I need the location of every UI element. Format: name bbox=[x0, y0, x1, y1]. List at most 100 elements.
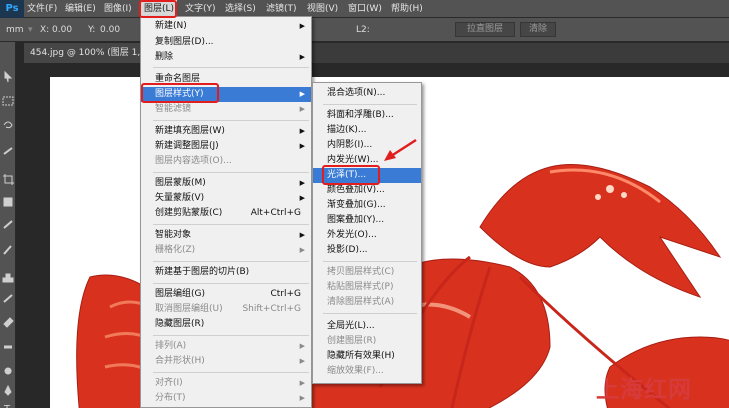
dodge-tool-icon bbox=[4, 367, 12, 375]
layer-menu-item-duplicate[interactable]: 复制图层(D)... bbox=[141, 35, 311, 50]
style-item-drop-shadow[interactable]: 投影(D)... bbox=[313, 243, 421, 258]
layer-menu-item-combine-shapes[interactable]: 合并形状(H) ▶ bbox=[141, 354, 311, 369]
menu-separator bbox=[323, 313, 417, 314]
chevron-right-icon: ▶ bbox=[299, 342, 305, 350]
menu-image[interactable]: 图像(I) bbox=[101, 0, 135, 18]
x-value[interactable]: 0.00 bbox=[52, 18, 72, 42]
tools-panel: T bbox=[0, 42, 16, 408]
menu-window[interactable]: 窗口(W) bbox=[345, 0, 385, 18]
style-item-gradient-overlay[interactable]: 渐变叠加(G)... bbox=[313, 198, 421, 213]
chevron-right-icon: ▶ bbox=[299, 246, 305, 254]
menu-help[interactable]: 帮助(H) bbox=[388, 0, 426, 18]
x-label: X: bbox=[40, 25, 50, 35]
pen-tool-icon bbox=[4, 384, 12, 396]
style-item-scale-effects[interactable]: 缩放效果(F)... bbox=[313, 364, 421, 379]
menu-separator bbox=[323, 261, 417, 262]
style-item-outer-glow[interactable]: 外发光(O)... bbox=[313, 228, 421, 243]
layer-menu-item-new-fill-layer[interactable]: 新建填充图层(W) ▶ bbox=[141, 124, 311, 139]
layer-menu-item-group-layers[interactable]: 图层编组(G) Ctrl+G bbox=[141, 287, 311, 302]
history-brush-icon bbox=[3, 294, 13, 303]
layer-style-submenu: 混合选项(N)... 斜面和浮雕(B)... 描边(K)... 内阴影(I)..… bbox=[312, 82, 422, 384]
layer-menu-item-smart-filter[interactable]: 智能滤镜 ▶ bbox=[141, 102, 311, 117]
photoshop-logo: Ps bbox=[0, 0, 24, 18]
layer-menu-item-arrange[interactable]: 排列(A) ▶ bbox=[141, 339, 311, 354]
layer-menu-item-vector-mask[interactable]: 矢量蒙版(V) ▶ bbox=[141, 191, 311, 206]
annotation-box-layer-menu bbox=[139, 0, 177, 18]
layer-menu-item-hide-layers[interactable]: 隐藏图层(R) bbox=[141, 317, 311, 332]
crop-tool-icon bbox=[3, 174, 14, 185]
layer-menu-item-new-layer-based-slice[interactable]: 新建基于图层的切片(B) bbox=[141, 265, 311, 280]
menu-separator bbox=[153, 172, 309, 173]
menu-separator bbox=[153, 283, 309, 284]
chevron-right-icon: ▶ bbox=[299, 105, 305, 113]
menu-separator bbox=[153, 372, 309, 373]
tool-icons: T bbox=[2, 70, 14, 408]
chevron-right-icon: ▶ bbox=[299, 142, 305, 150]
brush-tool-icon bbox=[3, 245, 12, 255]
layer-menu-item-layer-mask[interactable]: 图层蒙版(M) ▶ bbox=[141, 176, 311, 191]
unit-label[interactable]: mm bbox=[6, 18, 24, 42]
style-item-pattern-overlay[interactable]: 图案叠加(Y)... bbox=[313, 213, 421, 228]
menu-separator bbox=[153, 67, 309, 68]
chevron-right-icon: ▶ bbox=[299, 379, 305, 387]
type-tool-icon: T bbox=[3, 404, 11, 408]
marquee-tool-icon bbox=[2, 96, 14, 106]
eraser-tool-icon bbox=[3, 317, 14, 328]
lasso-tool-icon bbox=[3, 121, 13, 129]
style-item-create-layer[interactable]: 创建图层(R) bbox=[313, 334, 421, 349]
unit-dropdown-icon[interactable]: ▾ bbox=[28, 18, 33, 42]
style-item-global-light[interactable]: 全局光(L)... bbox=[313, 319, 421, 334]
annotation-arrow-icon bbox=[384, 138, 417, 161]
style-item-bevel-emboss[interactable]: 斜面和浮雕(B)... bbox=[313, 108, 421, 123]
layer-menu-item-new-adjustment-layer[interactable]: 新建调整图层(J) ▶ bbox=[141, 139, 311, 154]
layer-menu-item-rasterize[interactable]: 栅格化(Z) ▶ bbox=[141, 243, 311, 258]
style-item-color-overlay[interactable]: 颜色叠加(V)... bbox=[313, 183, 421, 198]
straighten-layer-button[interactable]: 拉直图层 bbox=[455, 22, 515, 37]
watermark: 上海红网 bbox=[596, 377, 692, 403]
annotation-box-layer-style bbox=[141, 83, 219, 103]
chevron-right-icon: ▶ bbox=[299, 53, 305, 61]
style-item-paste-layer-style[interactable]: 粘贴图层样式(P) bbox=[313, 280, 421, 295]
menu-file[interactable]: 文件(F) bbox=[24, 0, 60, 18]
annotation-box-satin bbox=[322, 165, 380, 185]
menu-separator bbox=[323, 104, 417, 105]
layer-menu-item-smart-objects[interactable]: 智能对象 ▶ bbox=[141, 228, 311, 243]
style-item-blending-options[interactable]: 混合选项(N)... bbox=[313, 86, 421, 101]
menu-edit[interactable]: 编辑(E) bbox=[62, 0, 99, 18]
menu-separator bbox=[153, 261, 309, 262]
document-tab[interactable]: 454.jpg @ 100% (图层 1, RG bbox=[24, 43, 142, 63]
chevron-right-icon: ▶ bbox=[299, 179, 305, 187]
l2-label: L2: bbox=[356, 25, 370, 35]
menu-separator bbox=[153, 120, 309, 121]
clear-button[interactable]: 清除 bbox=[520, 22, 556, 37]
chevron-right-icon: ▶ bbox=[299, 357, 305, 365]
layer-menu-item-align[interactable]: 对齐(I) ▶ bbox=[141, 376, 311, 391]
chevron-right-icon: ▶ bbox=[299, 22, 305, 30]
move-tool-icon bbox=[4, 70, 13, 83]
quick-select-icon bbox=[3, 147, 13, 155]
chevron-right-icon: ▶ bbox=[299, 231, 305, 239]
menu-separator bbox=[153, 335, 309, 336]
style-item-copy-layer-style[interactable]: 拷贝图层样式(C) bbox=[313, 265, 421, 280]
layer-menu-item-new[interactable]: 新建(N) ▶ bbox=[141, 19, 311, 34]
style-item-hide-all-effects[interactable]: 隐藏所有效果(H) bbox=[313, 349, 421, 364]
options-bar: mm ▾ X: 0.00 Y: 0.00 L2: 拉直图层 清除 bbox=[0, 18, 729, 42]
layer-menu-item-create-clipping-mask[interactable]: 创建剪贴蒙版(C) Alt+Ctrl+G bbox=[141, 206, 311, 221]
layer-menu-item-ungroup-layers[interactable]: 取消图层编组(U) Shift+Ctrl+G bbox=[141, 302, 311, 317]
y-value[interactable]: 0.00 bbox=[100, 18, 120, 42]
menu-bar: Ps 文件(F) 编辑(E) 图像(I) 图层(L) 文字(Y) 选择(S) 滤… bbox=[0, 0, 729, 18]
healing-brush-icon bbox=[3, 220, 13, 229]
layer-menu-item-distribute[interactable]: 分布(T) ▶ bbox=[141, 391, 311, 406]
style-item-clear-layer-style[interactable]: 清除图层样式(A) bbox=[313, 295, 421, 310]
stamp-tool-icon bbox=[2, 273, 14, 283]
layer-menu-item-delete[interactable]: 删除 ▶ bbox=[141, 50, 311, 65]
y-label: Y: bbox=[88, 25, 96, 35]
eyedropper-icon bbox=[3, 197, 13, 207]
chevron-right-icon: ▶ bbox=[299, 394, 305, 402]
chevron-right-icon: ▶ bbox=[299, 194, 305, 202]
menu-separator bbox=[153, 224, 309, 225]
chevron-right-icon: ▶ bbox=[299, 127, 305, 135]
chevron-right-icon: ▶ bbox=[299, 90, 305, 98]
layer-menu: 新建(N) ▶ 复制图层(D)... 删除 ▶ 重命名图层 图层样式(Y) ▶ 智能滤… bbox=[140, 16, 312, 408]
layer-menu-item-layer-content-options[interactable]: 图层内容选项(O)... bbox=[141, 154, 311, 169]
